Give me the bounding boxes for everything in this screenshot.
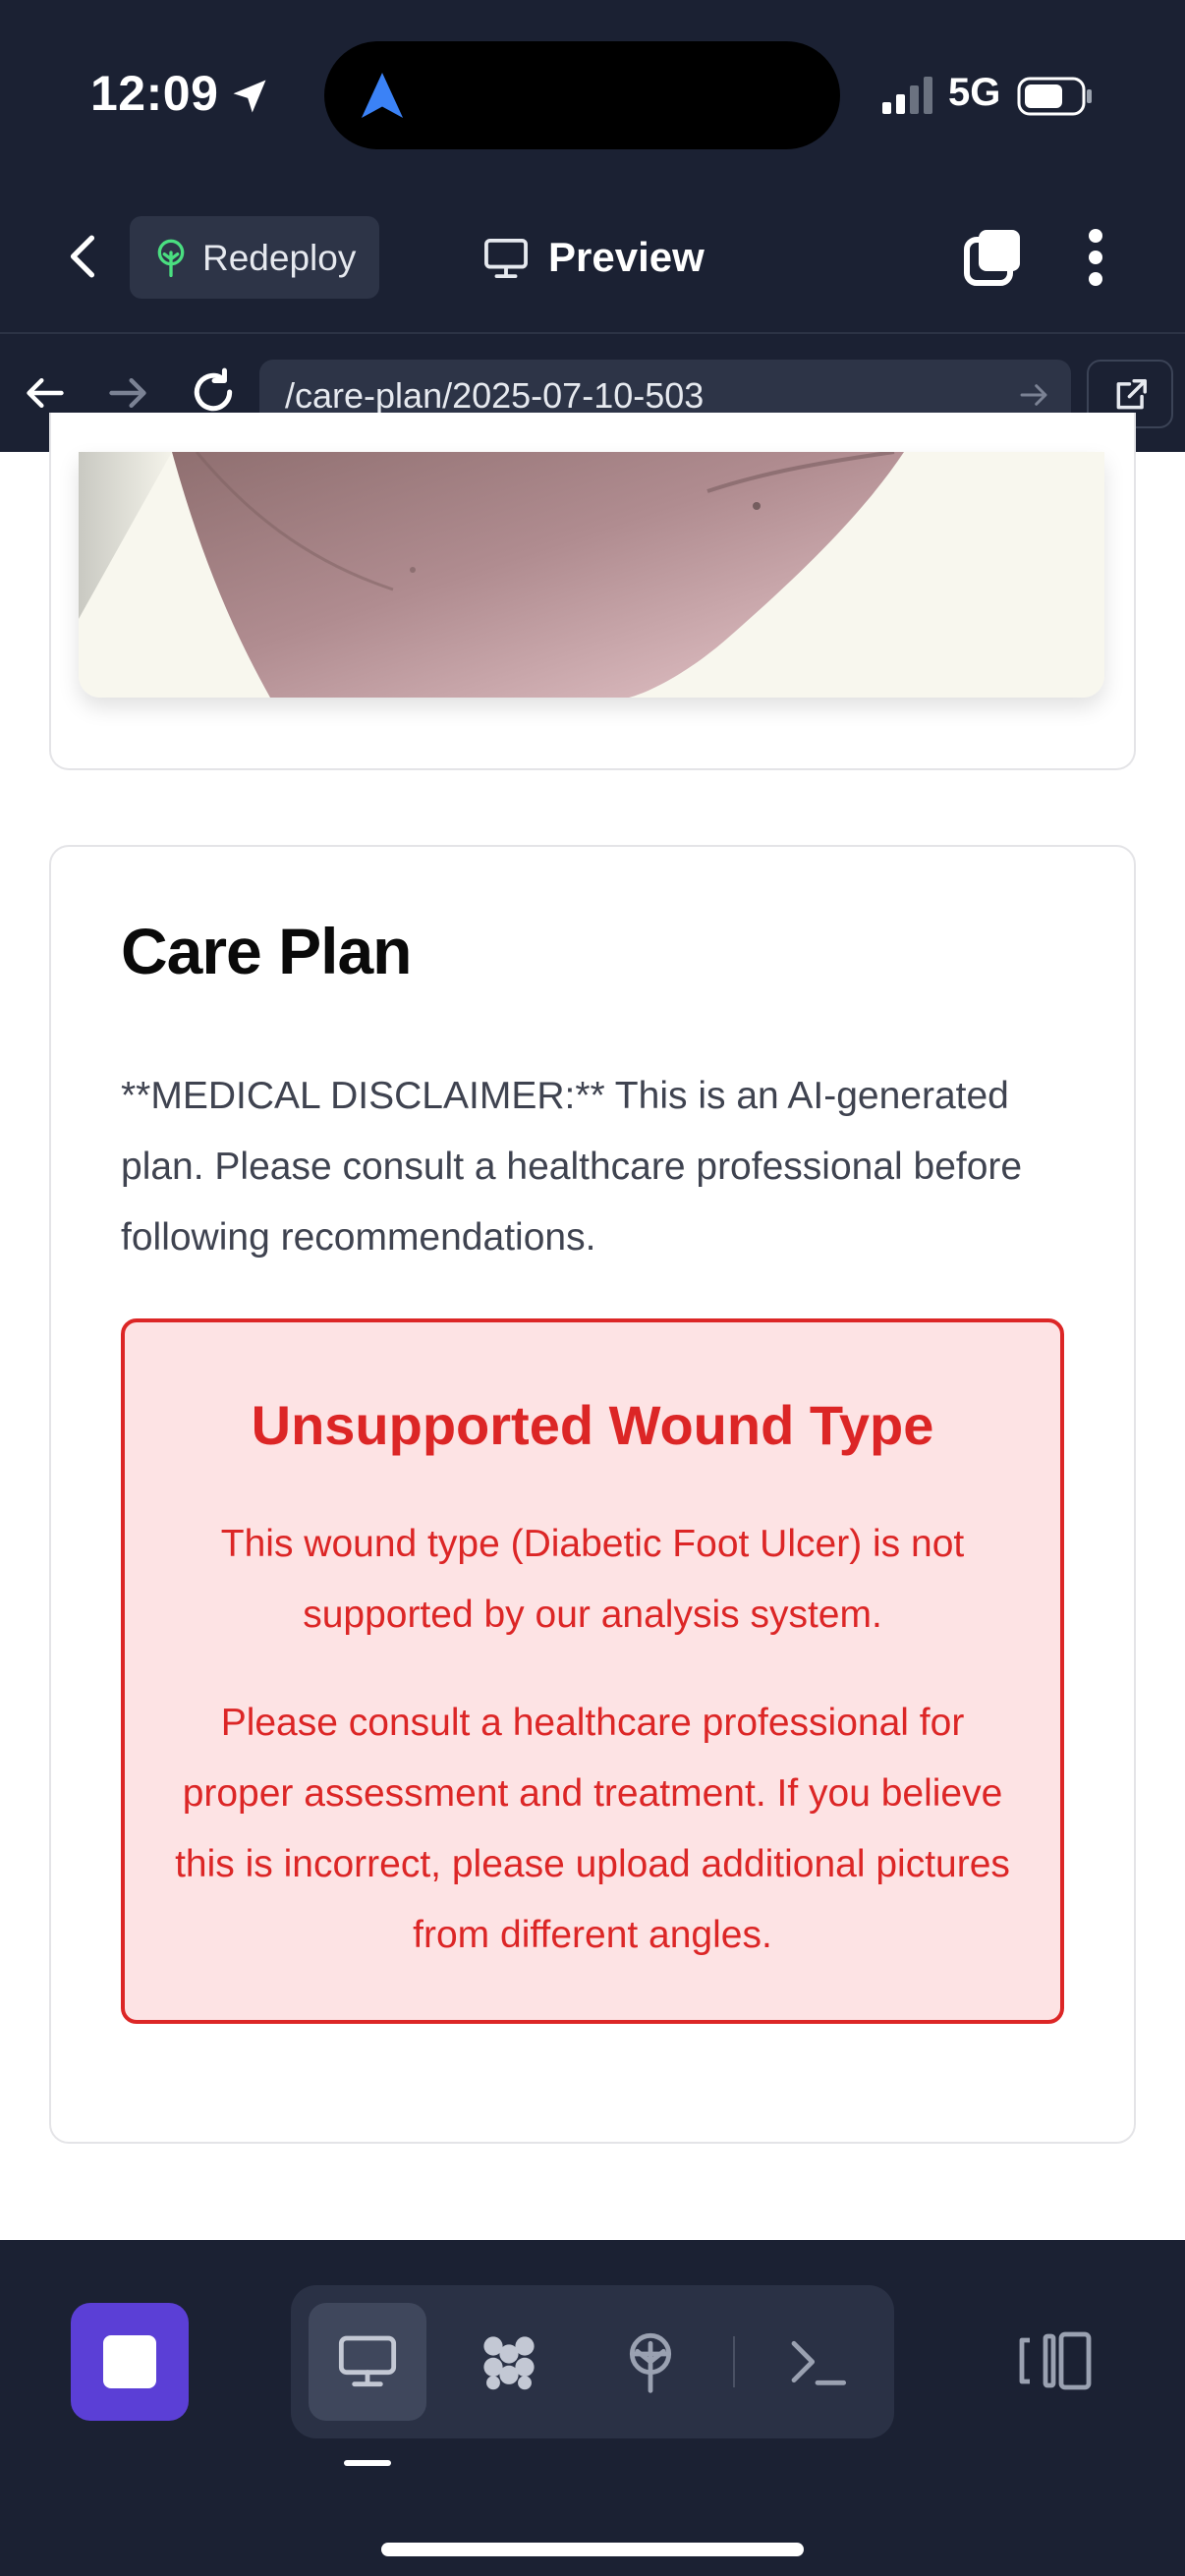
reload-icon[interactable]: [189, 367, 238, 417]
workspace-tab[interactable]: [450, 2303, 568, 2421]
status-time: 12:09: [90, 66, 219, 121]
alert-message-consult: Please consult a healthcare professional…: [175, 1702, 1010, 1956]
status-bar: 12:09 5G: [0, 0, 1185, 196]
preview-label: Preview: [548, 234, 705, 280]
browser-forward-icon[interactable]: [106, 371, 149, 415]
alert-message-unsupported: This wound type (Diabetic Foot Ulcer) is…: [220, 1523, 965, 1636]
external-link-icon: [1116, 379, 1147, 410]
terminal-tab[interactable]: [759, 2303, 876, 2421]
unsupported-wound-alert: Unsupported Wound Type This wound type (…: [121, 1318, 1064, 2024]
care-plan-title: Care Plan: [121, 915, 412, 987]
alert-title: Unsupported Wound Type: [251, 1394, 934, 1456]
network-type: 5G: [948, 71, 1001, 114]
deploy-tree-icon: [629, 2332, 672, 2393]
tool-separator: [733, 2336, 735, 2387]
more-options-icon[interactable]: [1081, 226, 1110, 289]
deployment-tab[interactable]: [592, 2303, 709, 2421]
go-arrow-icon[interactable]: [1018, 379, 1049, 411]
browser-back-icon[interactable]: [24, 371, 67, 415]
medical-disclaimer: **MEDICAL DISCLAIMER:** This is an AI-ge…: [121, 1075, 1023, 1259]
back-chevron-icon[interactable]: [59, 232, 108, 281]
deploy-tree-icon: [157, 239, 185, 277]
desktop-preview-tab[interactable]: [309, 2303, 426, 2421]
stop-icon: [103, 2335, 156, 2388]
tabs-icon[interactable]: [961, 226, 1024, 289]
battery-icon: [1017, 77, 1092, 116]
redeploy-label: Redeploy: [202, 238, 357, 278]
wound-photo: [79, 452, 1104, 698]
url-text: /care-plan/2025-07-10-503: [285, 375, 705, 416]
location-arrow-icon: [233, 80, 266, 113]
stop-button[interactable]: [71, 2303, 189, 2421]
home-indicator: [381, 2543, 804, 2556]
monitor-icon: [484, 238, 528, 279]
cellular-signal-icon: [882, 77, 932, 114]
active-tab-indicator: [344, 2460, 391, 2466]
dynamic-island: [324, 41, 840, 149]
monitor-icon: [338, 2335, 397, 2387]
redeploy-button[interactable]: Redeploy: [130, 216, 379, 299]
navigation-arrow-icon: [361, 73, 404, 118]
panel-toggle-icon[interactable]: [1018, 2330, 1093, 2391]
terminal-icon: [791, 2340, 847, 2385]
workspace-grid-icon: [483, 2336, 535, 2390]
